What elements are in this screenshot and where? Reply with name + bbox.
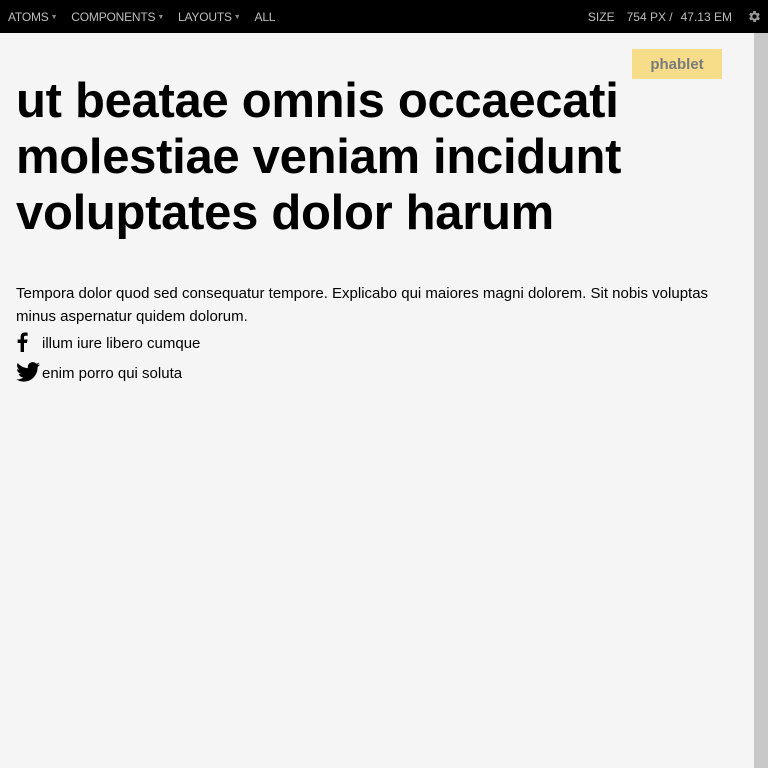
gear-icon[interactable] [746, 9, 762, 25]
size-em-value[interactable]: 47.13 EM [681, 10, 732, 24]
viewport-size-display: SIZE 754 PX / 47.13 EM [588, 0, 768, 33]
nav-components-label: COMPONENTS [71, 9, 156, 24]
nav-layouts[interactable]: LAYOUTS ▼ [178, 9, 241, 24]
article-body: Tempora dolor quod sed consequatur tempo… [16, 285, 709, 325]
share-twitter-label: enim porro qui soluta [42, 365, 183, 382]
chevron-down-icon: ▼ [50, 14, 58, 21]
share-twitter-link[interactable]: enim porro qui soluta [16, 362, 182, 382]
nav-atoms-label: ATOMS [8, 9, 49, 24]
viewport-scrollbar[interactable] [754, 33, 768, 768]
twitter-icon [16, 362, 42, 382]
chevron-down-icon: ▼ [233, 14, 241, 21]
nav-components[interactable]: COMPONENTS ▼ [71, 10, 164, 24]
article-headline: ut beatae omnis occaecati molestiae veni… [16, 74, 622, 240]
share-facebook-label: illum iure libero cumque [42, 335, 201, 352]
nav-atoms[interactable]: ATOMS ▼ [8, 10, 57, 24]
size-label: SIZE [587, 9, 615, 24]
facebook-icon [16, 332, 42, 352]
top-toolbar: ATOMS ▼ COMPONENTS ▼ LAYOUTS ▼ ALL SIZE … [0, 0, 768, 33]
nav-all[interactable]: ALL [255, 10, 276, 24]
size-px-value[interactable]: 754 PX / [627, 10, 673, 24]
share-facebook-link[interactable]: illum iure libero cumque [16, 332, 200, 352]
pattern-nav: ATOMS ▼ COMPONENTS ▼ LAYOUTS ▼ ALL [0, 10, 281, 24]
nav-all-label: ALL [254, 9, 276, 24]
nav-layouts-label: LAYOUTS [178, 9, 232, 24]
chevron-down-icon: ▼ [157, 14, 165, 21]
